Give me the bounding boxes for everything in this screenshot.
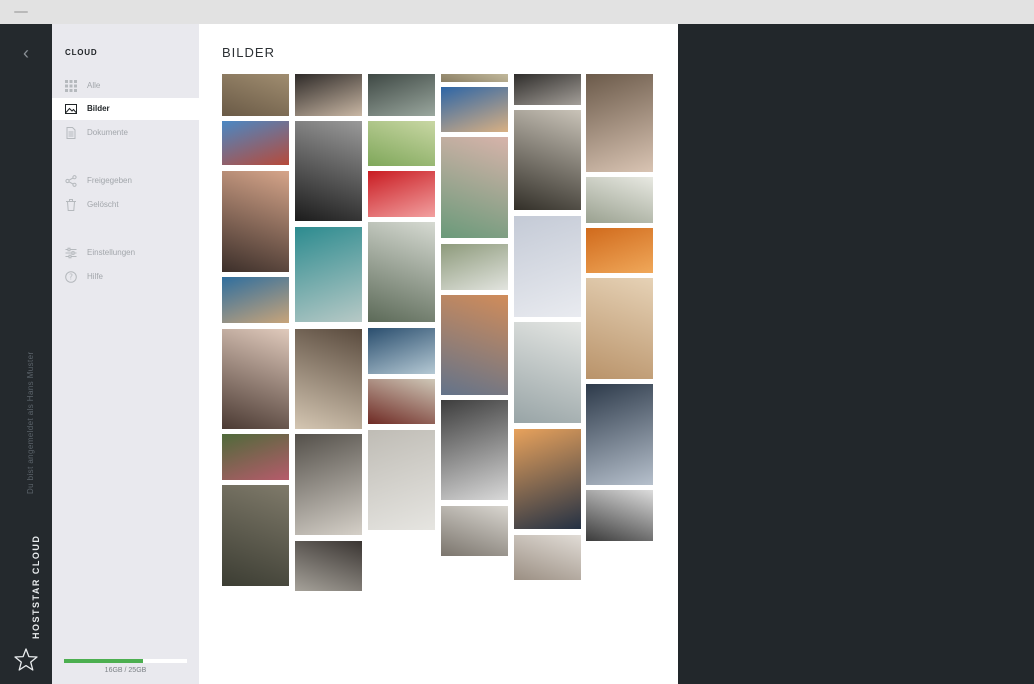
photo-thumbnail[interactable] bbox=[368, 222, 435, 322]
photo-thumbnail[interactable] bbox=[441, 87, 508, 132]
photo-thumbnail[interactable] bbox=[368, 74, 435, 116]
logged-in-user-text: Du bist angemeldet als Hans Muster bbox=[26, 351, 35, 494]
minimize-icon[interactable] bbox=[14, 11, 28, 13]
photo-thumbnail[interactable] bbox=[441, 74, 508, 82]
share-icon bbox=[65, 175, 77, 187]
photo-thumbnail[interactable] bbox=[514, 216, 581, 317]
photo-thumbnail[interactable] bbox=[222, 485, 289, 586]
photo-thumbnail[interactable] bbox=[586, 384, 653, 485]
photo-thumbnail[interactable] bbox=[295, 227, 362, 322]
sidebar-item-label: Hilfe bbox=[87, 272, 104, 281]
sidebar: CLOUD Alle Bilder Dokumente Freigegeben … bbox=[52, 24, 199, 684]
photo-thumbnail[interactable] bbox=[586, 228, 653, 273]
sidebar-item-bilder[interactable]: Bilder bbox=[52, 98, 199, 120]
svg-text:?: ? bbox=[69, 273, 73, 282]
sidebar-item-alle[interactable]: Alle bbox=[52, 75, 199, 97]
photo-thumbnail[interactable] bbox=[368, 379, 435, 424]
photo-thumbnail[interactable] bbox=[441, 400, 508, 500]
image-gallery: BILDER bbox=[199, 24, 678, 684]
sidebar-item-einstellungen[interactable]: Einstellungen bbox=[52, 242, 199, 264]
sidebar-heading: CLOUD bbox=[65, 48, 98, 57]
storage-usage-text: 16GB / 25GB bbox=[104, 667, 147, 674]
sidebar-item-label: Gelöscht bbox=[87, 200, 119, 209]
photo-thumbnail[interactable] bbox=[222, 121, 289, 165]
photo-thumbnail[interactable] bbox=[295, 74, 362, 116]
photo-thumbnail[interactable] bbox=[441, 244, 508, 290]
photo-thumbnail[interactable] bbox=[222, 434, 289, 480]
photo-thumbnail[interactable] bbox=[586, 490, 653, 541]
photo-thumbnail[interactable] bbox=[514, 535, 581, 580]
photo-thumbnail[interactable] bbox=[222, 74, 289, 116]
sidebar-item-hilfe[interactable]: ? Hilfe bbox=[52, 266, 199, 288]
photo-thumbnail[interactable] bbox=[586, 74, 653, 172]
photo-thumbnail[interactable] bbox=[441, 137, 508, 238]
sidebar-item-label: Einstellungen bbox=[87, 248, 136, 257]
photo-thumbnail[interactable] bbox=[368, 121, 435, 166]
sidebar-item-geloescht[interactable]: Gelöscht bbox=[52, 194, 199, 216]
photo-thumbnail[interactable] bbox=[514, 74, 581, 105]
photo-thumbnail[interactable] bbox=[368, 171, 435, 217]
brand-name: HOSTSTAR CLOUD bbox=[31, 534, 41, 639]
app-window: ‹ Du bist angemeldet als Hans Muster HOS… bbox=[0, 0, 1034, 684]
photo-thumbnail[interactable] bbox=[295, 541, 362, 591]
photo-thumbnail[interactable] bbox=[222, 171, 289, 272]
photo-thumbnail[interactable] bbox=[514, 429, 581, 529]
sliders-icon bbox=[65, 247, 77, 259]
photo-thumbnail[interactable] bbox=[441, 506, 508, 556]
star-icon bbox=[14, 648, 38, 671]
photo-thumbnail[interactable] bbox=[514, 322, 581, 423]
storage-progress-bar bbox=[64, 659, 187, 663]
photo-thumbnail[interactable] bbox=[222, 329, 289, 429]
photo-thumbnail[interactable] bbox=[514, 110, 581, 210]
sidebar-item-label: Dokumente bbox=[87, 128, 128, 137]
grid-icon bbox=[65, 80, 77, 92]
trash-icon bbox=[66, 199, 76, 211]
photo-thumbnail[interactable] bbox=[586, 278, 653, 379]
storage-progress-fill bbox=[64, 659, 143, 663]
photo-thumbnail[interactable] bbox=[441, 295, 508, 395]
photo-thumbnail[interactable] bbox=[295, 121, 362, 221]
chevron-left-icon[interactable]: ‹ bbox=[17, 44, 35, 62]
photo-thumbnail[interactable] bbox=[295, 329, 362, 429]
sidebar-item-dokumente[interactable]: Dokumente bbox=[52, 122, 199, 144]
sidebar-item-label: Alle bbox=[87, 81, 101, 90]
photo-thumbnail[interactable] bbox=[295, 434, 362, 535]
image-icon bbox=[65, 104, 77, 114]
page-title: BILDER bbox=[222, 45, 275, 60]
photo-thumbnail[interactable] bbox=[368, 328, 435, 374]
document-icon bbox=[66, 127, 76, 139]
sidebar-item-freigegeben[interactable]: Freigegeben bbox=[52, 170, 199, 192]
preview-panel bbox=[678, 24, 1034, 684]
photo-thumbnail[interactable] bbox=[368, 430, 435, 530]
sidebar-item-label: Bilder bbox=[87, 104, 110, 113]
sidebar-item-label: Freigegeben bbox=[87, 176, 132, 185]
left-rail: ‹ Du bist angemeldet als Hans Muster HOS… bbox=[0, 24, 52, 684]
title-bar bbox=[0, 0, 1034, 24]
help-icon: ? bbox=[65, 271, 77, 283]
photo-thumbnail[interactable] bbox=[222, 277, 289, 323]
photo-thumbnail[interactable] bbox=[586, 177, 653, 223]
